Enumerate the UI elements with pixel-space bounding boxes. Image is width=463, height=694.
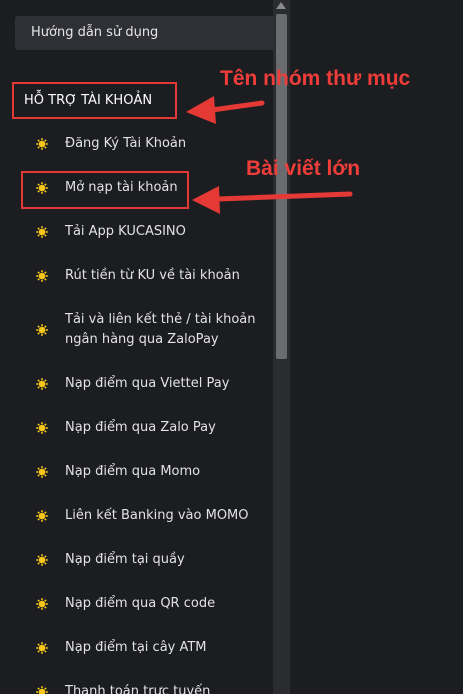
arrow-to-group-title [186,96,265,124]
arrow-to-article [192,186,353,214]
annotation-arrows [186,96,353,214]
